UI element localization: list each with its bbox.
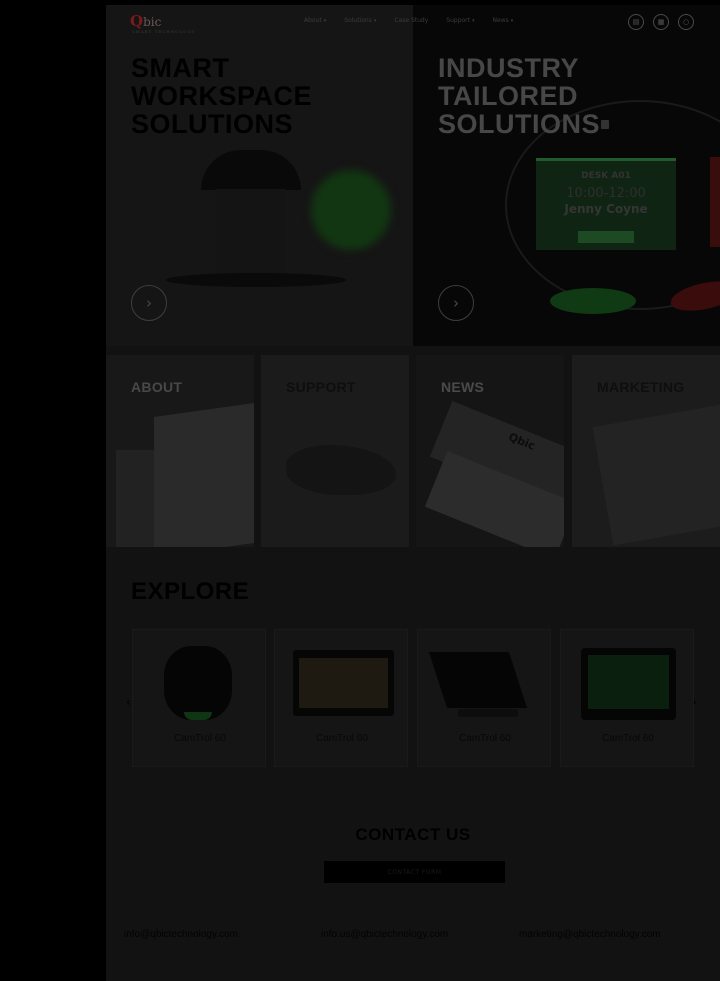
user-icon[interactable]: ○ [678, 14, 694, 30]
hero-right-title-line: INDUSTRY [438, 53, 580, 83]
hero-industry-tailored[interactable]: DESK A01 10:00-12:00 Jenny Coyne INDUSTR… [413, 5, 720, 346]
explore-title: EXPLORE [131, 578, 250, 605]
chevron-left-icon: ‹ [126, 695, 131, 709]
email-block: marketing@qbictechnology.com [519, 929, 661, 940]
product-dome [201, 150, 301, 190]
logo[interactable]: Qbic SMART TECHNOLOGY [130, 12, 194, 34]
decor-green-leaf [550, 288, 636, 314]
main-menu: About ▾ Solutions ▾ Case Study Support ▾ Ne… [304, 17, 513, 24]
nav-item-solutions[interactable]: Solutions ▾ [344, 17, 376, 24]
hero-right-title: INDUSTRY TAILORED SOLUTIONS [438, 54, 600, 138]
contact-title: CONTACT US [355, 825, 471, 844]
product-stand [216, 189, 286, 279]
product-base [458, 709, 518, 717]
desk-name: Jenny Coyne [564, 202, 648, 216]
carousel-prev-button[interactable]: ‹ [126, 695, 131, 709]
hero-right-title-line: TAILORED [438, 81, 578, 111]
desk-time: 10:00-12:00 [566, 186, 646, 201]
email-link[interactable]: info@qbictechnology.com [124, 929, 238, 940]
building-image [154, 402, 254, 547]
product-screen [588, 655, 669, 709]
email-block: info.us@qbictechnology.com [321, 929, 448, 940]
product-card[interactable]: CamTrol 60 [560, 629, 694, 767]
product-name: CamTrol 60 [174, 733, 226, 744]
tile-support[interactable]: SUPPORT [261, 355, 409, 547]
nav-item-label: Solutions [344, 17, 372, 24]
tile-label: MARKETING [597, 379, 685, 395]
product-led [184, 712, 212, 720]
email-link[interactable]: info.us@qbictechnology.com [321, 929, 448, 940]
nav-item-news[interactable]: News ▾ [493, 17, 514, 24]
nav-item-about[interactable]: About ▾ [304, 17, 326, 24]
nav-icons: ▤ ▦ ○ [628, 14, 694, 30]
hero-left-next-button[interactable]: › [131, 285, 167, 321]
product-name: CamTrol 60 [602, 733, 654, 744]
hero-left-title-line: SMART [131, 53, 230, 83]
tile-about[interactable]: ABOUT [106, 355, 254, 547]
product-card[interactable]: CamTrol 60 [132, 629, 266, 767]
chevron-right-icon: › [453, 294, 459, 312]
email-link[interactable]: marketing@qbictechnology.com [519, 929, 661, 940]
handshake-image [286, 445, 396, 495]
top-nav: Qbic SMART TECHNOLOGY About ▾ Solutions ▾ … [106, 5, 720, 39]
badge-icon [601, 120, 609, 129]
product-image [428, 652, 528, 708]
hero-right-next-button[interactable]: › [438, 285, 474, 321]
nav-item-label: Support [446, 17, 470, 24]
product-card[interactable]: CamTrol 60 [417, 629, 551, 767]
desk-checkin-button [578, 231, 634, 243]
hero-left-title: SMART WORKSPACE SOLUTIONS [131, 54, 312, 138]
nav-item-label: About [304, 17, 322, 24]
product-name: CamTrol 60 [459, 733, 511, 744]
chat-icon[interactable]: ▤ [628, 14, 644, 30]
desk-booking-panel: DESK A01 10:00-12:00 Jenny Coyne [536, 158, 676, 250]
nav-item-label: Case Study [394, 17, 429, 24]
tile-label: SUPPORT [286, 379, 356, 395]
product-name: CamTrol 60 [316, 733, 368, 744]
nav-item-label: News [492, 17, 509, 24]
hero-left-title-line: SOLUTIONS [131, 109, 294, 139]
decor-red-edge [710, 157, 720, 247]
page: SMART WORKSPACE SOLUTIONS › DESK A01 10:… [106, 5, 720, 981]
tile-news[interactable]: Qbic NEWS [416, 355, 564, 547]
hero-right-title-line: SOLUTIONS [438, 109, 601, 139]
product-image [164, 646, 232, 720]
chevron-down-icon: ▾ [373, 18, 377, 24]
chevron-down-icon: ▾ [323, 18, 327, 24]
contact-form-button[interactable]: CONTACT FORM [324, 861, 505, 883]
marketing-image [592, 404, 720, 546]
logo-text: bic [143, 15, 162, 29]
tile-marketing[interactable]: MARKETING [572, 355, 720, 547]
chevron-down-icon: ▾ [472, 18, 475, 24]
nav-item-support[interactable]: Support ▾ [446, 17, 474, 24]
email-block: info@qbictechnology.com [124, 929, 238, 940]
tile-label: NEWS [441, 379, 485, 395]
chevron-right-icon: › [146, 294, 152, 312]
desk-label: DESK A01 [581, 171, 631, 181]
hero-smart-workspace[interactable]: SMART WORKSPACE SOLUTIONS › [106, 5, 413, 346]
chevron-down-icon: ▾ [510, 18, 514, 24]
product-screen [299, 658, 388, 708]
tile-label: ABOUT [131, 379, 183, 395]
decor-green-blob [311, 170, 391, 250]
nav-item-case-study[interactable]: Case Study [394, 17, 428, 24]
cart-icon[interactable]: ▦ [653, 14, 669, 30]
hero-left-title-line: WORKSPACE [131, 81, 313, 111]
logo-tagline: SMART TECHNOLOGY [132, 29, 196, 34]
product-card[interactable]: CamTrol 60 [274, 629, 408, 767]
logo-q-mark: Q [130, 12, 144, 30]
product-base [166, 273, 346, 287]
